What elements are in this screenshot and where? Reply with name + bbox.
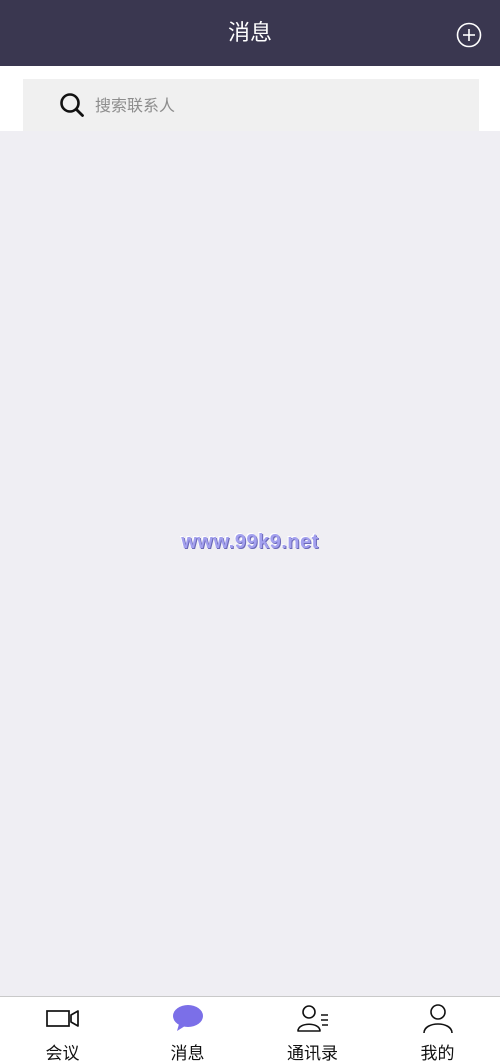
search-icon xyxy=(60,93,84,117)
tab-meeting[interactable]: 会议 xyxy=(0,997,125,1064)
chat-bubble-icon xyxy=(172,1005,203,1031)
bottom-tab-bar: 会议 消息 通讯录 我的 xyxy=(0,996,500,1064)
tab-messages[interactable]: 消息 xyxy=(125,997,250,1064)
person-icon xyxy=(422,1004,453,1033)
top-navigation-bar: 消息 xyxy=(0,0,500,66)
plus-circle-icon xyxy=(456,22,482,48)
watermark: www.99k9.net xyxy=(181,531,319,553)
tab-meeting-label: 会议 xyxy=(45,1044,80,1064)
tab-profile[interactable]: 我的 xyxy=(375,997,500,1064)
search-input[interactable] xyxy=(95,79,465,131)
tab-contacts[interactable]: 通讯录 xyxy=(250,997,375,1064)
contacts-icon xyxy=(296,1005,328,1032)
add-button[interactable] xyxy=(456,22,482,48)
message-list-area: www.99k9.net xyxy=(0,131,500,997)
tab-contacts-label: 通讯录 xyxy=(287,1044,338,1064)
tab-profile-label: 我的 xyxy=(420,1044,455,1064)
tab-messages-label: 消息 xyxy=(170,1044,205,1064)
page-title: 消息 xyxy=(227,21,272,46)
search-bar xyxy=(0,66,500,131)
video-camera-icon xyxy=(45,1010,79,1027)
search-box[interactable] xyxy=(23,79,479,131)
